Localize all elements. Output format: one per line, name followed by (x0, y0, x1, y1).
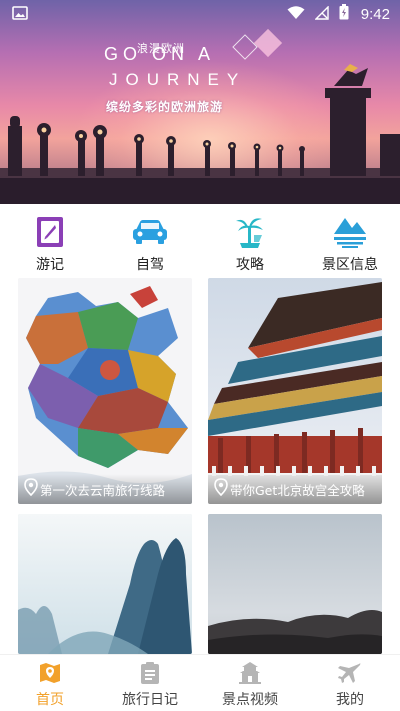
hero-banner[interactable]: 9:42 浪漫欧洲 GO ON A JOURNEY 缤纷多彩的欧洲旅游 (0, 0, 400, 204)
banner-title-line1: GO ON A (104, 44, 216, 64)
nav-label: 景点视频 (222, 692, 278, 708)
bottom-navigation: 首页 旅行日记 景点视频 我的 (0, 654, 400, 711)
palm-tree-icon (232, 214, 268, 250)
status-bar: 9:42 (0, 0, 400, 28)
temple-icon (237, 660, 263, 686)
yunnan-map-image (18, 278, 192, 504)
wifi-icon (287, 5, 305, 24)
article-card-forbidden-city[interactable]: 带你Get北京故宫全攻略 (208, 278, 382, 504)
card-caption-text: 第一次去云南旅行线路 (40, 482, 166, 498)
banner-diamond-shape (253, 28, 283, 58)
article-card-yunnan[interactable]: 第一次去云南旅行线路 (18, 278, 192, 504)
nav-label: 首页 (36, 692, 64, 708)
nav-label: 我的 (336, 692, 364, 708)
category-label: 景区信息 (322, 257, 378, 273)
diary-icon (137, 660, 163, 686)
nav-scenic-videos[interactable]: 景点视频 (200, 655, 300, 709)
article-card-mountain-view[interactable] (208, 514, 382, 654)
card-caption: 第一次去云南旅行线路 (18, 474, 192, 504)
category-label: 自驾 (136, 257, 164, 273)
battery-charging-icon (339, 4, 349, 24)
mountain-view-image (208, 514, 382, 654)
forbidden-city-image (208, 278, 382, 504)
status-time: 9:42 (360, 5, 390, 23)
bridge-lamps-skyline (0, 64, 400, 204)
category-scenic-info[interactable]: 景区信息 (305, 206, 395, 274)
category-self-drive[interactable]: 自驾 (105, 206, 195, 274)
mountain-lake-icon (332, 214, 368, 250)
nav-home[interactable]: 首页 (0, 655, 100, 709)
map-icon (37, 660, 63, 686)
category-guides[interactable]: 攻略 (205, 206, 295, 274)
quick-category-row: 游记 自驾 攻略 景区信息 (0, 206, 400, 278)
nav-label: 旅行日记 (122, 692, 178, 708)
category-label: 攻略 (236, 257, 264, 273)
card-caption-text: 带你Get北京故宫全攻略 (230, 482, 365, 498)
no-signal-icon (314, 4, 329, 24)
location-pin-icon (214, 478, 228, 500)
nav-travel-diary[interactable]: 旅行日记 (100, 655, 200, 709)
category-travel-notes[interactable]: 游记 (5, 206, 95, 274)
category-label: 游记 (36, 257, 64, 273)
card-caption: 带你Get北京故宫全攻略 (208, 474, 382, 504)
image-icon (12, 5, 28, 24)
airplane-icon (337, 660, 363, 686)
article-card-karst-mountains[interactable] (18, 514, 192, 654)
notebook-icon (32, 214, 68, 250)
location-pin-icon (24, 478, 38, 500)
nav-profile[interactable]: 我的 (300, 655, 400, 709)
car-icon (132, 214, 168, 250)
banner-diamond-outline (232, 34, 258, 60)
karst-mountains-image (18, 514, 192, 654)
